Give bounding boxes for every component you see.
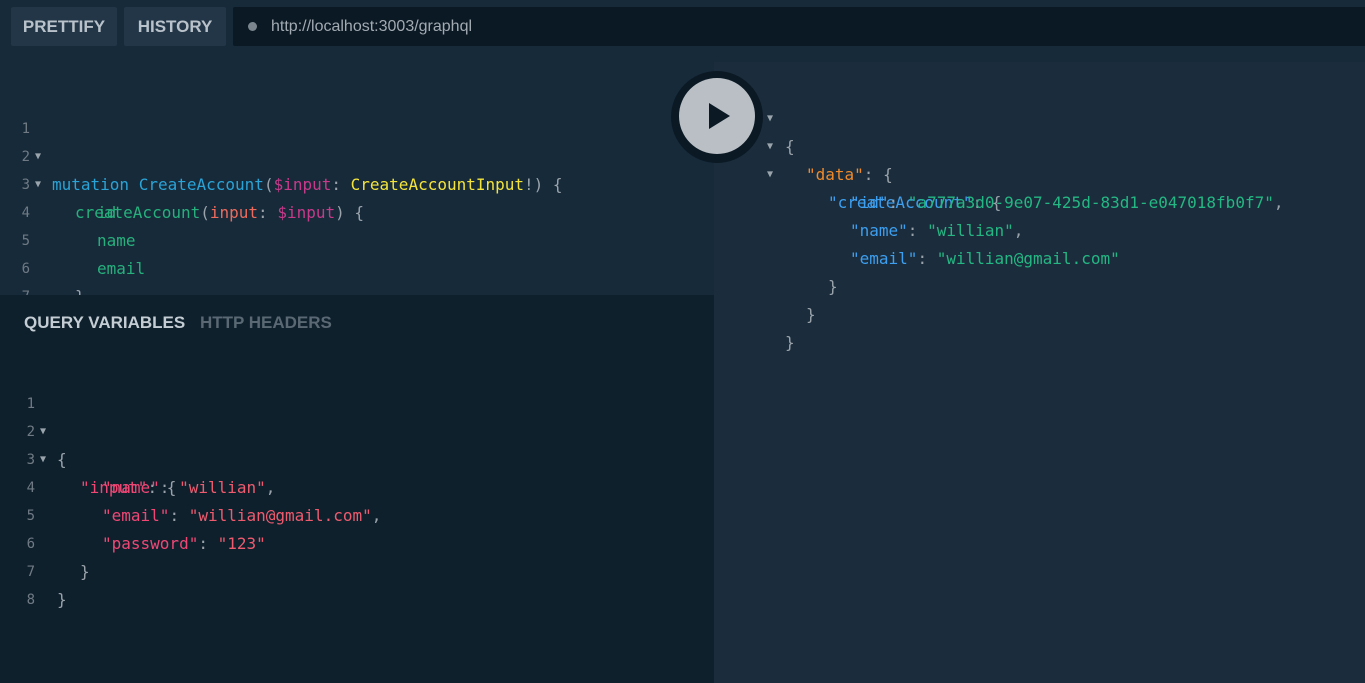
punctuation: } (57, 590, 67, 609)
prettify-button[interactable]: PRETTIFY (11, 7, 117, 46)
editor-line: 2 ▼ createAccount(input: $input) { (0, 115, 714, 222)
result-line: "name": "willian", (850, 221, 1024, 240)
play-icon (709, 103, 730, 129)
json-string: "123" (217, 534, 266, 553)
execute-query-button[interactable] (679, 78, 755, 154)
variables-editor[interactable]: 1 ▼ { 2 ▼ "input": { 3 "name": "willian"… (0, 362, 714, 609)
editor-line: 7 } (0, 255, 714, 334)
editor-line: 4 "email": "willian@gmail.com", (0, 446, 382, 525)
json-key: "email" (850, 249, 918, 268)
editor-line: 5 "password": "123" (0, 474, 266, 553)
punctuation: } (806, 305, 816, 324)
json-string: "a777a3d0-9e07-425d-83d1-e047018fb0f7" (907, 193, 1274, 212)
json-key: "password" (102, 534, 199, 553)
endpoint-url-input[interactable]: http://localhost:3003/graphql (233, 7, 1365, 46)
punctuation: { (785, 137, 795, 156)
editor-line: 3 "name": "willian", (0, 418, 276, 497)
result-line: } (714, 245, 838, 296)
punctuation: } (80, 562, 90, 581)
editor-line: 7 } (0, 530, 67, 609)
result-line: } (714, 273, 816, 324)
fold-arrow-icon[interactable]: ▼ (40, 418, 46, 446)
json-key: "email" (102, 506, 170, 525)
fold-arrow-icon[interactable]: ▼ (767, 133, 773, 161)
result-panel: ▼ { ▼ "data": { ▼ "createAccount": { "id… (714, 62, 1365, 683)
query-editor[interactable]: 1 ▼ mutation CreateAccount($input: Creat… (0, 62, 714, 334)
editor-line: 8 (0, 558, 39, 608)
editor-line: 1 ▼ { (0, 362, 67, 469)
json-key: "data" (806, 165, 864, 184)
json-string: "willian@gmail.com" (188, 506, 372, 525)
json-key: "name" (850, 221, 908, 240)
punctuation: } (828, 277, 838, 296)
result-line: } (714, 301, 795, 352)
editor-line: 1 ▼ mutation CreateAccount($input: Creat… (0, 87, 714, 194)
endpoint-url-text: http://localhost:3003/graphql (271, 18, 473, 35)
json-key: "id" (850, 193, 889, 212)
editor-line: 5 email (0, 199, 714, 278)
history-button[interactable]: HISTORY (124, 7, 226, 46)
result-line: "email": "willian@gmail.com" (850, 249, 1120, 268)
json-string: "willian" (179, 478, 266, 497)
fold-arrow-icon[interactable]: ▼ (767, 161, 773, 189)
json-string: "willian@gmail.com" (936, 249, 1120, 268)
tab-http-headers[interactable]: HTTP HEADERS (200, 313, 332, 332)
punctuation: } (785, 333, 795, 352)
variables-tabs: QUERY VARIABLES HTTP HEADERS (24, 313, 332, 333)
fold-arrow-icon[interactable]: ▼ (40, 446, 46, 474)
editor-line: 2 ▼ "input": { (0, 390, 177, 497)
punctuation: { (57, 450, 67, 469)
editor-line: 6 } (0, 227, 714, 306)
json-key: "name" (102, 478, 160, 497)
toolbar: PRETTIFY HISTORY http://localhost:3003/g… (0, 0, 1365, 54)
connection-status-icon (248, 22, 257, 31)
editor-line: 6 } (0, 502, 90, 581)
result-line: "id": "a777a3d0-9e07-425d-83d1-e047018fb… (850, 193, 1284, 212)
editor-line: 4 name (0, 171, 714, 250)
editor-line: 3 id (0, 143, 714, 222)
fold-arrow-icon[interactable]: ▼ (767, 105, 773, 133)
line-number: 8 (26, 592, 35, 608)
tab-query-variables[interactable]: QUERY VARIABLES (24, 313, 185, 332)
json-string: "willian" (927, 221, 1014, 240)
